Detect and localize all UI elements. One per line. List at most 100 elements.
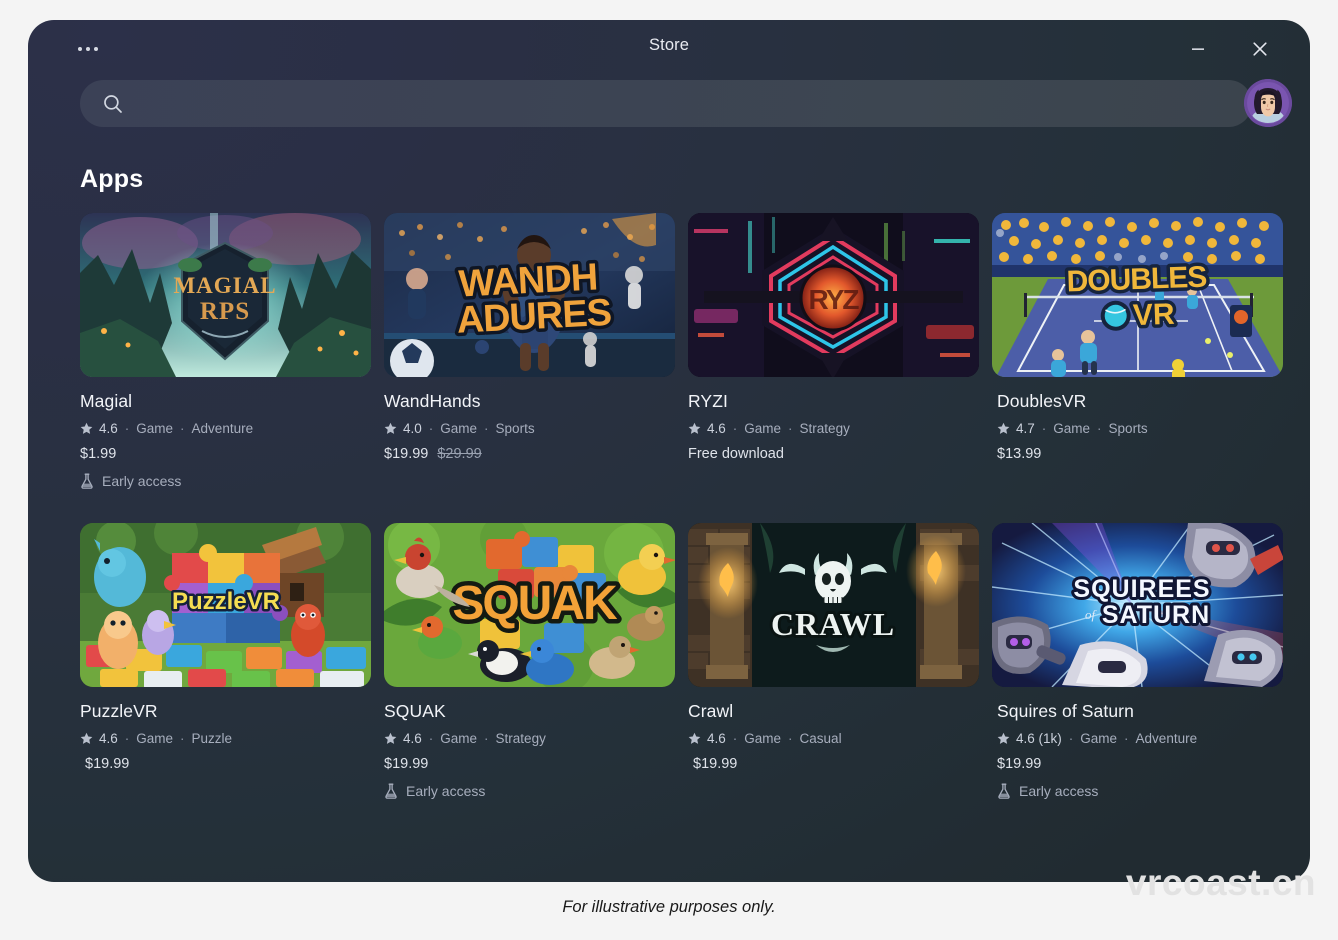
- svg-text:SATURN: SATURN: [1102, 601, 1210, 629]
- app-name: SQUAK: [384, 701, 675, 722]
- search-input[interactable]: [124, 80, 1252, 127]
- app-meta: 4.7 · Game · Sports: [992, 421, 1283, 436]
- meta-separator: ·: [732, 731, 739, 746]
- app-rating: 4.6: [99, 731, 118, 746]
- screenshot-root: Store: [0, 0, 1338, 940]
- app-card-puzzlevr[interactable]: PuzzleVR PuzzleVR: [80, 523, 371, 799]
- avatar[interactable]: [1244, 79, 1292, 127]
- meta-separator: ·: [1068, 731, 1075, 746]
- app-rating: 4.6: [99, 421, 118, 436]
- star-icon: [997, 732, 1010, 745]
- page-title: Store: [28, 36, 1310, 55]
- app-price: $19.99: [85, 756, 129, 772]
- star-icon: [80, 732, 93, 745]
- meta-separator: ·: [787, 421, 794, 436]
- app-thumbnail[interactable]: SQUAK SQUAK: [384, 523, 675, 687]
- app-meta: 4.6 · Game · Adventure: [80, 421, 371, 436]
- app-price-row: $13.99: [992, 446, 1283, 462]
- apps-grid: MAGIAL RPS Magial 4.6 · Game ·: [80, 213, 1258, 799]
- search-bar[interactable]: [80, 80, 1252, 127]
- app-thumbnail[interactable]: SQUIREES SQUIREES of SATURN SATURN: [992, 523, 1283, 687]
- app-rating: 4.7: [1016, 421, 1035, 436]
- early-access-label: Early access: [406, 783, 485, 799]
- app-thumbnail[interactable]: PuzzleVR PuzzleVR: [80, 523, 371, 687]
- star-icon: [688, 732, 701, 745]
- meta-separator: ·: [1096, 421, 1103, 436]
- app-genre: Sports: [1109, 421, 1148, 436]
- app-rating: 4.6: [707, 421, 726, 436]
- illustrative-caption: For illustrative purposes only.: [0, 898, 1338, 917]
- meta-separator: ·: [124, 731, 131, 746]
- app-card-squak[interactable]: SQUAK SQUAK: [384, 523, 675, 799]
- app-category: Game: [136, 731, 173, 746]
- app-price: $19.99: [997, 756, 1041, 772]
- svg-text:ADURES: ADURES: [456, 292, 612, 342]
- app-name: DoublesVR: [992, 391, 1283, 412]
- app-name: WandHands: [384, 391, 675, 412]
- app-category: Game: [440, 731, 477, 746]
- app-category: Game: [744, 421, 781, 436]
- app-price-row: $1.99: [80, 446, 371, 462]
- app-thumbnail[interactable]: RYZ: [688, 213, 979, 377]
- app-price-row: $19.99: [384, 756, 675, 772]
- app-meta: 4.6 · Game · Casual: [688, 731, 979, 746]
- app-rating: 4.0: [403, 421, 422, 436]
- app-thumbnail[interactable]: WANDH WANDH ADURES ADURES: [384, 213, 675, 377]
- app-price: $1.99: [80, 446, 116, 462]
- meta-separator: ·: [483, 421, 490, 436]
- app-genre: Puzzle: [192, 731, 233, 746]
- meta-separator: ·: [179, 731, 186, 746]
- flask-icon: [80, 473, 94, 489]
- svg-text:RPS: RPS: [200, 298, 250, 325]
- app-meta: 4.6 · Game · Puzzle: [80, 731, 371, 746]
- svg-text:SQUAK: SQUAK: [452, 577, 618, 630]
- app-name: Squires of Saturn: [992, 701, 1283, 722]
- search-row: [28, 78, 1310, 140]
- flask-icon: [997, 783, 1011, 799]
- app-card-magial[interactable]: MAGIAL RPS Magial 4.6 · Game ·: [80, 213, 371, 489]
- svg-text:VR: VR: [1132, 298, 1175, 332]
- minimize-icon[interactable]: [1182, 33, 1214, 65]
- meta-separator: ·: [1041, 421, 1048, 436]
- app-genre: Adventure: [192, 421, 254, 436]
- svg-text:PuzzleVR: PuzzleVR: [172, 588, 280, 615]
- app-card-doublesvr[interactable]: DOUBLES DOUBLES VR VR DoublesVR: [992, 213, 1283, 489]
- app-card-ryzi[interactable]: RYZ RYZI 4.6 · Game · St: [688, 213, 979, 489]
- title-bar: Store: [28, 20, 1310, 78]
- app-genre: Casual: [800, 731, 842, 746]
- app-price-row: $19.99: [992, 756, 1283, 772]
- app-meta: 4.6 · Game · Strategy: [688, 421, 979, 436]
- app-card-wandhands[interactable]: WANDH WANDH ADURES ADURES WandHands 4.0: [384, 213, 675, 489]
- app-card-squires-of-saturn[interactable]: SQUIREES SQUIREES of SATURN SATURN Squir…: [992, 523, 1283, 799]
- app-price: $19.99: [384, 446, 428, 462]
- app-meta: 4.6 (1k) · Game · Adventure: [992, 731, 1283, 746]
- app-category: Game: [440, 421, 477, 436]
- star-icon: [80, 422, 93, 435]
- svg-text:MAGIAL: MAGIAL: [173, 273, 276, 298]
- app-genre: Adventure: [1136, 731, 1198, 746]
- app-price-row: Free download: [688, 446, 979, 462]
- app-thumbnail[interactable]: DOUBLES DOUBLES VR VR: [992, 213, 1283, 377]
- meta-separator: ·: [428, 421, 435, 436]
- meta-separator: ·: [787, 731, 794, 746]
- star-icon: [688, 422, 701, 435]
- svg-text:DOUBLES: DOUBLES: [1066, 261, 1207, 299]
- meta-separator: ·: [1123, 731, 1130, 746]
- app-price-row: $19.99: [688, 756, 979, 772]
- app-card-crawl[interactable]: CRAWL CRAWL Crawl 4.6 · Game ·: [688, 523, 979, 799]
- meta-separator: ·: [428, 731, 435, 746]
- star-icon: [384, 732, 397, 745]
- app-genre: Sports: [496, 421, 535, 436]
- app-category: Game: [744, 731, 781, 746]
- app-thumbnail[interactable]: MAGIAL RPS: [80, 213, 371, 377]
- app-price: $19.99: [693, 756, 737, 772]
- app-price: Free download: [688, 446, 784, 462]
- close-icon[interactable]: [1244, 33, 1276, 65]
- star-icon: [384, 422, 397, 435]
- flask-icon: [384, 783, 398, 799]
- early-access-label: Early access: [1019, 783, 1098, 799]
- app-category: Game: [1080, 731, 1117, 746]
- app-price: $19.99: [384, 756, 428, 772]
- app-genre: Strategy: [800, 421, 850, 436]
- app-thumbnail[interactable]: CRAWL CRAWL: [688, 523, 979, 687]
